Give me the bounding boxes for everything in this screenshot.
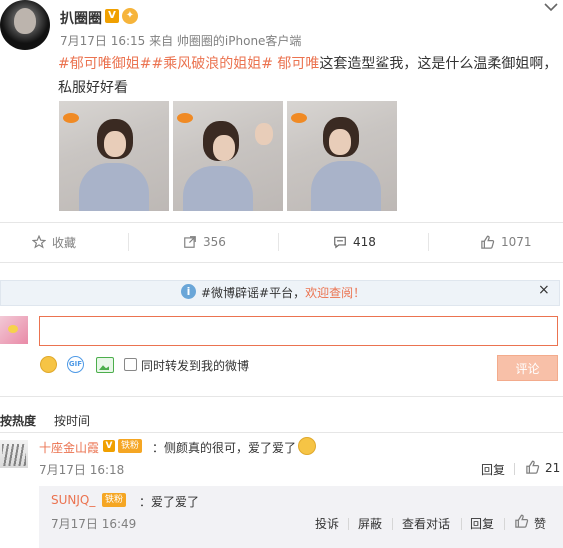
info-icon: i [181, 284, 196, 299]
mention-link[interactable]: 郁可唯 [277, 56, 319, 72]
post-text: #郁可唯御姐##乘风破浪的姐姐# 郁可唯这套造型鲨我，这是什么温柔御姐啊，私服好… [58, 52, 558, 100]
divider [0, 222, 563, 223]
view-conversation-button[interactable]: 查看对话 [402, 515, 450, 532]
sub-reply-time: 7月17日 16:49 [51, 517, 137, 531]
submit-comment-button[interactable]: 评论 [497, 355, 558, 381]
image-upload-icon[interactable] [96, 357, 114, 373]
divider [0, 262, 563, 263]
hashtag-link[interactable]: #郁可唯御姐# [58, 56, 151, 72]
notice-link[interactable]: 欢迎查阅！ [305, 286, 365, 300]
sort-by-time-tab[interactable]: 按时间 [54, 412, 90, 429]
comment-input[interactable] [39, 316, 558, 346]
thumbs-up-icon [526, 460, 540, 474]
repost-count: 356 [203, 235, 226, 249]
block-button[interactable]: 屏蔽 [358, 515, 382, 532]
verified-icon: V [103, 440, 115, 452]
laugh-emoji-icon [298, 437, 316, 455]
comment-text: ：侧颜真的很可，爱了爱了 [152, 441, 297, 455]
like-count: 1071 [501, 235, 532, 249]
close-icon[interactable]: × [538, 282, 550, 298]
favorite-label: 收藏 [52, 235, 77, 250]
comment-icon [334, 236, 346, 249]
medal-icon: ✦ [122, 8, 138, 24]
emoji-icon[interactable] [40, 356, 57, 373]
author-avatar[interactable] [0, 0, 50, 50]
sort-by-hot-tab[interactable]: 按热度 [0, 412, 36, 429]
comment-like-count: 21 [545, 461, 561, 475]
reply-button[interactable]: 回复 [481, 461, 505, 478]
post-image-1[interactable] [59, 101, 169, 211]
comment-time: 7月17日 16:18 [39, 463, 125, 477]
gif-icon[interactable]: GIF [67, 356, 84, 373]
post-action-bar: 收藏 356 418 1071 [0, 229, 563, 255]
post-image-2[interactable] [173, 101, 283, 211]
divider [0, 396, 563, 397]
like-button[interactable]: 1071 [480, 229, 532, 255]
post-image-3[interactable] [287, 101, 397, 211]
forward-checkbox[interactable] [124, 358, 137, 371]
fan-badge: 铁粉 [118, 439, 143, 453]
comment-count: 418 [353, 235, 376, 249]
commenter-avatar[interactable] [0, 440, 28, 468]
notice-prefix: #微博辟谣#平台， [201, 286, 306, 300]
chevron-down-icon[interactable] [542, 0, 560, 14]
sub-reply-button[interactable]: 回复 [470, 515, 494, 532]
divider [0, 432, 563, 433]
fan-badge: 铁粉 [102, 493, 127, 507]
sub-like-button[interactable] [514, 514, 529, 529]
comment-like-button[interactable] [525, 460, 540, 475]
sub-reply-name[interactable]: SUNJQ_ [51, 493, 95, 507]
repost-button[interactable]: 356 [183, 229, 226, 255]
sub-reply-text: ：爱了爱了 [139, 495, 200, 509]
repost-icon [184, 236, 196, 248]
post-meta: 7月17日 16:15 来自 帅圈圈的iPhone客户端 [60, 34, 302, 48]
sub-like-label[interactable]: 赞 [534, 515, 546, 532]
author-name[interactable]: 扒圈圈 [60, 8, 102, 28]
report-button[interactable]: 投诉 [315, 515, 339, 532]
comment-button[interactable]: 418 [333, 229, 376, 255]
verified-icon: V [105, 9, 119, 23]
thumbs-up-icon [515, 514, 529, 528]
my-avatar[interactable] [0, 316, 28, 344]
forward-label[interactable]: 同时转发到我的微博 [141, 357, 249, 374]
commenter-name[interactable]: 十座金山霞 [39, 439, 99, 456]
star-icon [32, 235, 46, 249]
notice-text: #微博辟谣#平台，欢迎查阅！ [201, 284, 365, 301]
favorite-button[interactable]: 收藏 [32, 229, 76, 255]
hashtag-link[interactable]: #乘风破浪的姐姐# [151, 56, 272, 72]
thumbs-up-icon [481, 235, 495, 249]
